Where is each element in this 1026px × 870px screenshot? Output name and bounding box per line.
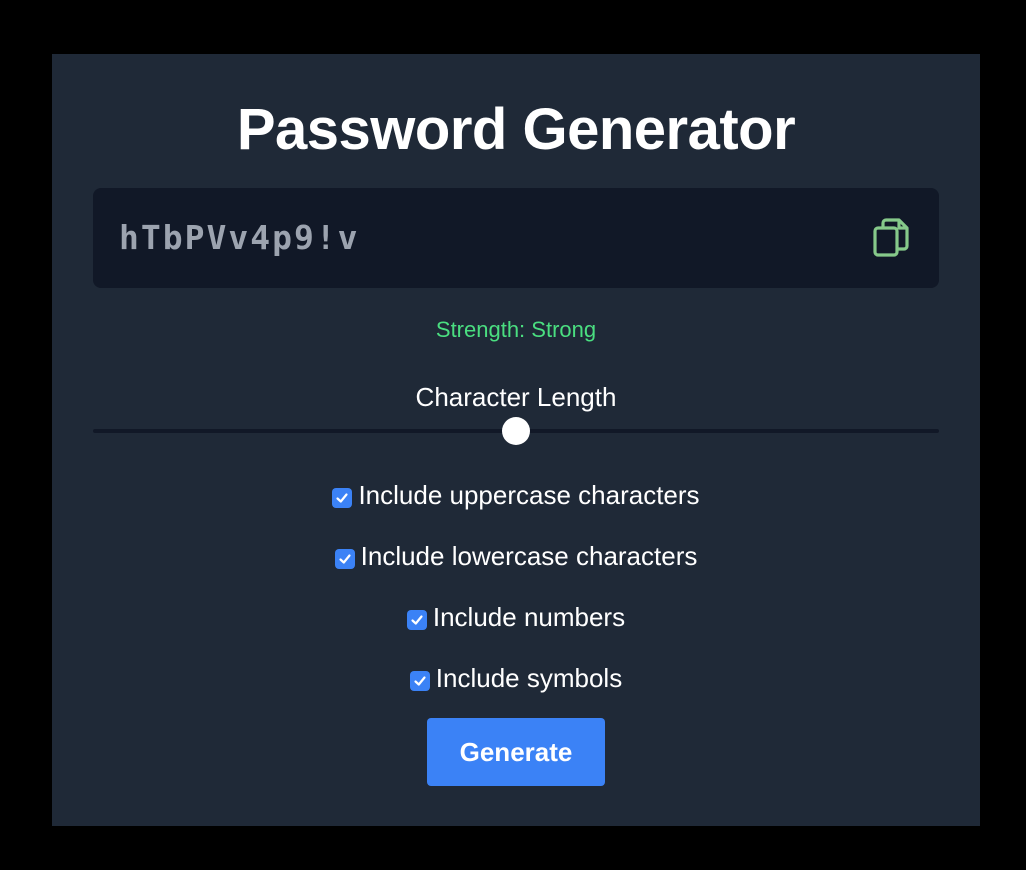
numbers-label: Include numbers [432,602,626,632]
copy-icon [873,218,909,257]
checkmark-icon [411,615,423,625]
generator-card: Password Generator hTbPVv4p9!v Strength:… [52,54,980,826]
length-slider-thumb[interactable] [502,417,530,445]
password-text: hTbPVv4p9!v [119,218,360,257]
checkmark-icon [339,554,351,564]
numbers-checkbox[interactable] [406,610,427,630]
page-title: Password Generator [236,97,796,162]
strength-indicator: Strength: Strong [435,317,597,342]
copy-button[interactable] [869,214,913,262]
uppercase-label: Include uppercase characters [358,480,700,510]
option-symbols: Include symbols [52,661,980,695]
checkmark-icon [414,676,426,686]
option-uppercase: Include uppercase characters [52,478,980,512]
password-display: hTbPVv4p9!v [93,188,939,288]
length-slider[interactable] [93,417,939,445]
lowercase-label: Include lowercase characters [360,541,698,571]
character-length-label: Character Length [415,382,617,412]
checkmark-icon [336,493,349,503]
generate-button[interactable]: Generate [427,718,605,786]
lowercase-checkbox[interactable] [334,549,355,569]
option-lowercase: Include lowercase characters [52,539,980,573]
uppercase-checkbox[interactable] [332,488,353,508]
symbols-checkbox[interactable] [409,671,430,691]
option-numbers: Include numbers [52,600,980,634]
symbols-label: Include symbols [435,663,623,693]
